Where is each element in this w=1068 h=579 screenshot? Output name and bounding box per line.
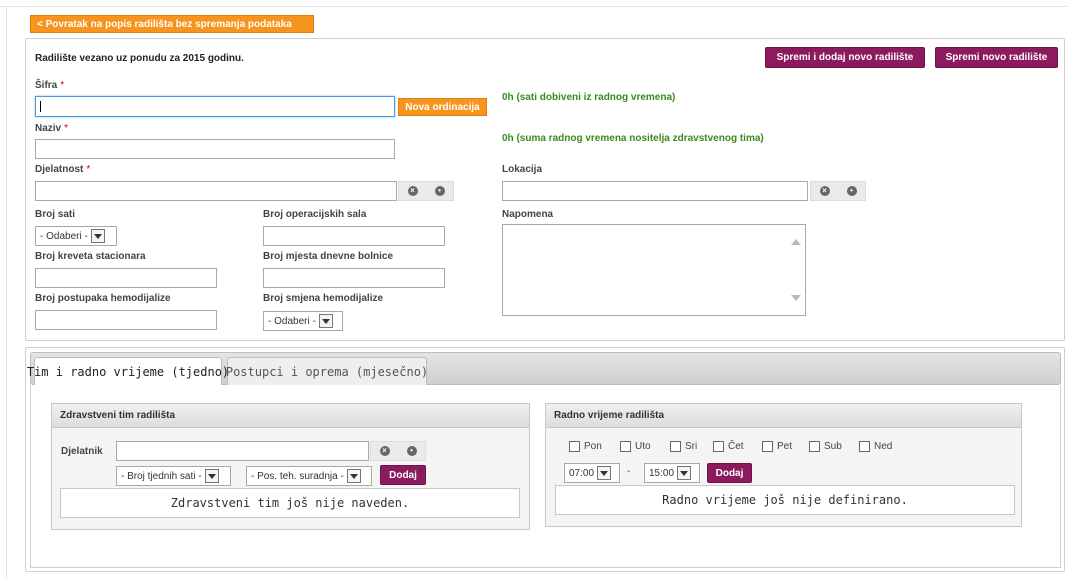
day-checkbox-pet[interactable]: Pet (762, 441, 792, 452)
chevron-down-icon (318, 314, 333, 328)
djelatnik-input[interactable] (116, 441, 369, 461)
required-marker: * (86, 164, 91, 175)
scroll-down-icon[interactable] (791, 295, 801, 301)
scroll-up-icon[interactable] (791, 239, 801, 245)
checkbox-icon (809, 441, 820, 452)
chevron-down-icon (597, 466, 612, 480)
save-new-button[interactable]: Spremi novo radilište (935, 47, 1058, 68)
left-divider (6, 6, 7, 579)
from-time-select[interactable]: 07:00 (564, 463, 620, 483)
djelatnost-input[interactable] (35, 181, 397, 201)
weekly-hours-value: - Broj tjednih sati - (121, 470, 202, 482)
from-time-value: 07:00 (569, 467, 595, 479)
role-value: - Pos. teh. suradnja - (251, 470, 344, 482)
team-add-button[interactable]: Dodaj (380, 465, 426, 485)
tab-procedures-equipment[interactable]: Postupci i oprema (mjesečno) (226, 357, 428, 385)
checkbox-icon (670, 441, 681, 452)
lokacija-input[interactable] (502, 181, 808, 201)
broj-smjena-select[interactable]: - Odaberi - (263, 311, 343, 331)
save-and-add-button[interactable]: Spremi i dodaj novo radilište (765, 47, 925, 68)
day-label: Čet (728, 441, 744, 452)
hours-add-button[interactable]: Dodaj (707, 463, 752, 483)
naziv-input[interactable] (35, 139, 395, 159)
djelatnik-actions: × • (370, 441, 426, 461)
day-checkbox-cet[interactable]: Čet (713, 441, 744, 452)
clear-icon[interactable]: × (379, 446, 390, 456)
djelatnik-label: Djelatnik (61, 446, 103, 457)
day-label: Pet (777, 441, 793, 452)
checkbox-icon (569, 441, 580, 452)
day-checkbox-sub[interactable]: Sub (809, 441, 842, 452)
chevron-down-icon (346, 469, 361, 483)
sifra-input[interactable] (35, 96, 395, 117)
broj-kreveta-label: Broj kreveta stacionara (35, 251, 146, 262)
clear-icon[interactable]: × (407, 186, 418, 196)
checkbox-icon (620, 441, 631, 452)
checkbox-icon (762, 441, 773, 452)
hours-panel-title: Radno vrijeme radilišta (546, 404, 1021, 428)
hours-from-work-time-text: 0h (sati dobiveni iz radnog vremena) (502, 92, 676, 103)
team-empty-message: Zdravstveni tim još nije naveden. (60, 488, 520, 518)
weekly-hours-select[interactable]: - Broj tjednih sati - (116, 466, 231, 486)
day-checkbox-ned[interactable]: Ned (859, 441, 892, 452)
broj-sati-label: Broj sati (35, 209, 76, 220)
day-checkbox-sri[interactable]: Sri (670, 441, 697, 452)
checkbox-icon (859, 441, 870, 452)
broj-mjesta-input[interactable] (263, 268, 445, 288)
text-caret (40, 101, 41, 112)
broj-kreveta-input[interactable] (35, 268, 217, 288)
broj-mjesta-label: Broj mjesta dnevne bolnice (263, 251, 394, 262)
napomena-textarea[interactable] (502, 224, 806, 316)
back-to-list-button[interactable]: < Povratak na popis radilišta bez sprema… (30, 15, 314, 33)
chevron-down-icon (677, 466, 692, 480)
search-icon[interactable]: • (406, 446, 417, 456)
broj-smjena-value: - Odaberi - (268, 315, 316, 327)
broj-sati-value: - Odaberi - (40, 230, 88, 242)
to-time-select[interactable]: 15:00 (644, 463, 700, 483)
lokacija-label: Lokacija (502, 164, 543, 175)
day-label: Sub (824, 441, 842, 452)
to-time-value: 15:00 (649, 467, 675, 479)
day-label: Ned (874, 441, 893, 452)
required-marker: * (64, 123, 69, 134)
djelatnost-actions: × • (398, 181, 454, 201)
broj-sati-select[interactable]: - Odaberi - (35, 226, 117, 246)
search-icon[interactable]: • (434, 186, 445, 196)
djelatnost-label: Djelatnost * (35, 164, 91, 175)
day-checkbox-pon[interactable]: Pon (569, 441, 602, 452)
chevron-down-icon (204, 469, 219, 483)
day-checkbox-uto[interactable]: Uto (620, 441, 651, 452)
tab-team-hours[interactable]: Tim i radno vrijeme (tjedno) (27, 357, 229, 386)
clear-icon[interactable]: × (819, 186, 830, 196)
team-panel-title: Zdravstveni tim radilišta (52, 404, 529, 428)
chevron-down-icon (90, 229, 105, 243)
time-separator: - (627, 466, 631, 477)
nova-ordinacija-button[interactable]: Nova ordinacija (398, 98, 487, 116)
sifra-label: Šifra * (35, 80, 65, 91)
day-label: Pon (584, 441, 602, 452)
role-select[interactable]: - Pos. teh. suradnja - (246, 466, 372, 486)
hours-team-sum-text: 0h (suma radnog vremena nositelja zdravs… (502, 133, 764, 144)
checkbox-icon (713, 441, 724, 452)
search-icon[interactable]: • (846, 186, 857, 196)
hours-empty-message: Radno vrijeme još nije definirano. (555, 485, 1015, 515)
required-marker: * (60, 80, 65, 91)
broj-postupaka-input[interactable] (35, 310, 217, 330)
day-label: Uto (635, 441, 651, 452)
napomena-label: Napomena (502, 209, 554, 220)
day-label: Sri (685, 441, 698, 452)
top-divider (0, 6, 1068, 7)
broj-postupaka-label: Broj postupaka hemodijalize (35, 293, 171, 304)
broj-operacijskih-sala-label: Broj operacijskih sala (263, 209, 367, 220)
broj-operacijskih-sala-input[interactable] (263, 226, 445, 246)
form-heading: Radilište vezano uz ponudu za 2015 godin… (35, 53, 244, 64)
lokacija-actions: × • (810, 181, 866, 201)
naziv-label: Naziv * (35, 123, 69, 134)
broj-smjena-label: Broj smjena hemodijalize (263, 293, 384, 304)
